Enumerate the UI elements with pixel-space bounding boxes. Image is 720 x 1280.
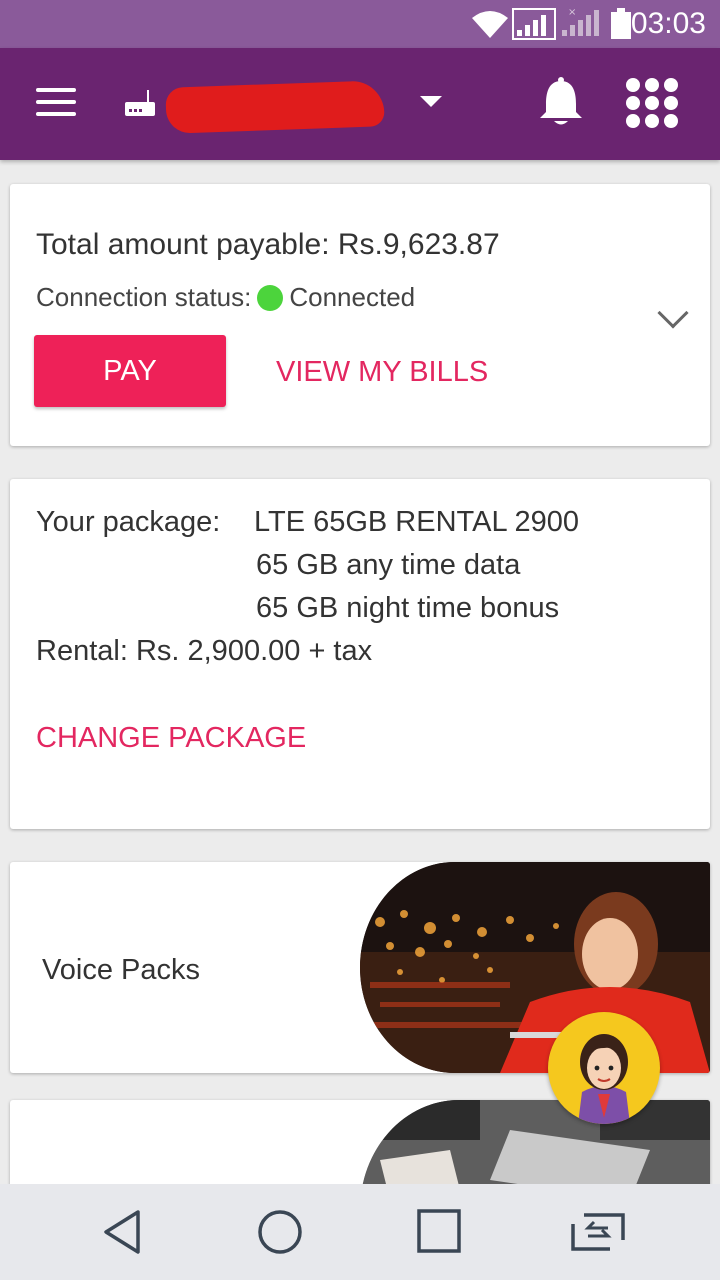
package-label: Your package: (36, 506, 221, 538)
system-nav-bar (0, 1184, 720, 1280)
home-icon[interactable] (256, 1208, 304, 1256)
menu-icon[interactable] (36, 88, 76, 120)
bill-card: Total amount payable: Rs.9,623.87 Connec… (10, 184, 710, 446)
package-feature: 65 GB any time data (256, 549, 521, 581)
signal-sim1-icon (512, 8, 556, 40)
view-my-bills-link[interactable]: VIEW MY BILLS (276, 356, 488, 389)
connection-status-value: Connected (289, 282, 416, 312)
wifi-icon (472, 11, 508, 38)
connection-status: Connection status: Connected (36, 282, 415, 313)
signal-sim2-icon: × (562, 7, 599, 36)
svg-text:×: × (568, 7, 576, 18)
apps-grid-icon[interactable] (626, 78, 678, 128)
connected-status-dot (257, 284, 284, 311)
rental-price: Rental: Rs. 2,900.00 + tax (36, 635, 373, 667)
app-bar (0, 48, 720, 160)
package-name: LTE 65GB RENTAL 2900 (254, 506, 580, 538)
voice-packs-image (360, 862, 710, 1073)
change-package-link[interactable]: CHANGE PACKAGE (36, 722, 306, 755)
connection-status-label: Connection status: (36, 282, 252, 312)
pay-button[interactable]: PAY (34, 335, 226, 407)
bell-icon[interactable] (538, 76, 584, 128)
package-feature: 65 GB night time bonus (256, 592, 560, 624)
package-card: Your package: LTE 65GB RENTAL 2900 65 GB… (10, 479, 710, 829)
switch-sim-icon[interactable] (570, 1212, 626, 1252)
status-bar: × 03:03 (0, 0, 720, 48)
router-icon (125, 90, 155, 116)
status-time: 03:03 (630, 7, 706, 40)
account-name-redacted[interactable] (165, 80, 385, 134)
chat-assistant-avatar[interactable] (548, 1012, 660, 1124)
dropdown-icon[interactable] (420, 96, 442, 107)
total-amount-payable: Total amount payable: Rs.9,623.87 (36, 228, 500, 261)
chevron-down-icon[interactable] (657, 297, 689, 329)
back-icon[interactable] (100, 1208, 144, 1256)
recents-icon[interactable] (416, 1208, 462, 1254)
voice-packs-label: Voice Packs (42, 954, 200, 986)
battery-icon (611, 8, 631, 39)
